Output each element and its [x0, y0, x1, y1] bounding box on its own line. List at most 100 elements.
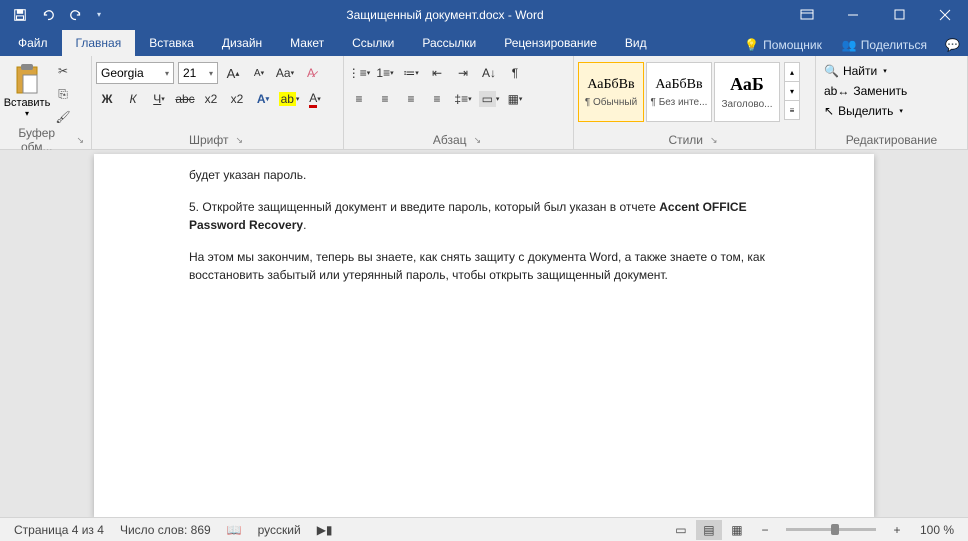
strikethrough-icon[interactable]: abc	[174, 88, 196, 110]
maximize-icon[interactable]	[876, 0, 922, 29]
view-web-icon[interactable]: ▦	[724, 520, 750, 540]
redo-icon[interactable]	[64, 3, 88, 27]
status-macros-icon[interactable]: ▶▮	[309, 523, 341, 537]
styles-gallery: АаБбВв ¶ Обычный АаБбВв ¶ Без инте... Аа…	[578, 60, 800, 122]
view-print-icon[interactable]: ▤	[696, 520, 722, 540]
title-bar: ▾ Защищенный документ.docx - Word	[0, 0, 968, 29]
shading-icon[interactable]: ▭▾	[478, 88, 500, 110]
bold-icon[interactable]: Ж	[96, 88, 118, 110]
tab-layout[interactable]: Макет	[276, 30, 338, 56]
status-page[interactable]: Страница 4 из 4	[6, 523, 112, 537]
document-area[interactable]: будет указан пароль. 5. Откройте защищен…	[0, 150, 968, 517]
cursor-icon: ↖	[824, 104, 834, 118]
tab-file[interactable]: Файл	[4, 30, 62, 56]
font-launcher-icon[interactable]: ↘	[232, 135, 246, 146]
decrease-indent-icon[interactable]: ⇤	[426, 62, 448, 84]
style-heading1[interactable]: АаБ Заголово...	[714, 62, 780, 122]
subscript-icon[interactable]: x2	[200, 88, 222, 110]
ribbon-tabs: Файл Главная Вставка Дизайн Макет Ссылки…	[0, 29, 968, 56]
borders-icon[interactable]: ▦▾	[504, 88, 526, 110]
tab-insert[interactable]: Вставка	[135, 30, 208, 56]
tab-design[interactable]: Дизайн	[208, 30, 276, 56]
replace-button[interactable]: ab↔Заменить	[820, 82, 911, 100]
zoom-slider[interactable]	[786, 528, 876, 531]
sort-icon[interactable]: A↓	[478, 62, 500, 84]
window-controls	[784, 0, 968, 29]
find-button[interactable]: 🔍Найти▾	[820, 62, 911, 80]
group-styles: АаБбВв ¶ Обычный АаБбВв ¶ Без инте... Аа…	[574, 56, 816, 149]
align-right-icon[interactable]: ≡	[400, 88, 422, 110]
zoom-out-icon[interactable]: −	[752, 520, 778, 540]
save-icon[interactable]	[8, 3, 32, 27]
zoom-level[interactable]: 100 %	[912, 523, 962, 537]
highlight-icon[interactable]: ab▾	[278, 88, 300, 110]
text-effects-icon[interactable]: A▾	[252, 88, 274, 110]
select-button[interactable]: ↖Выделить▾	[820, 102, 911, 120]
tab-review[interactable]: Рецензирование	[490, 30, 611, 56]
page[interactable]: будет указан пароль. 5. Откройте защищен…	[94, 154, 874, 517]
view-read-icon[interactable]: ▭	[668, 520, 694, 540]
tab-view[interactable]: Вид	[611, 30, 661, 56]
increase-indent-icon[interactable]: ⇥	[452, 62, 474, 84]
paragraph-text: 5. Откройте защищенный документ и введит…	[189, 198, 784, 234]
share-icon: 👥	[842, 38, 857, 52]
style-no-spacing[interactable]: АаБбВв ¶ Без инте...	[646, 62, 712, 122]
font-size-combo[interactable]: 21▾	[178, 62, 218, 84]
multilevel-list-icon[interactable]: ≔▾	[400, 62, 422, 84]
status-language[interactable]: русский	[250, 523, 309, 537]
tell-me-helper[interactable]: 💡Помощник	[734, 34, 832, 56]
paste-button[interactable]: Вставить ▾	[4, 60, 50, 118]
cut-icon[interactable]: ✂	[52, 60, 74, 82]
status-bar: Страница 4 из 4 Число слов: 869 📖 русски…	[0, 517, 968, 541]
show-marks-icon[interactable]: ¶	[504, 62, 526, 84]
align-center-icon[interactable]: ≡	[374, 88, 396, 110]
window-title: Защищенный документ.docx - Word	[106, 8, 784, 22]
chevron-down-icon: ▾	[25, 109, 29, 118]
justify-icon[interactable]: ≡	[426, 88, 448, 110]
undo-icon[interactable]	[36, 3, 60, 27]
bullets-icon[interactable]: ⋮≡▾	[348, 62, 370, 84]
styles-launcher-icon[interactable]: ↘	[707, 135, 721, 146]
grow-font-icon[interactable]: A▴	[222, 62, 244, 84]
clipboard-icon	[13, 63, 41, 97]
styles-more[interactable]: ▴▾≡	[784, 62, 800, 122]
close-icon[interactable]	[922, 0, 968, 29]
paragraph-text: На этом мы закончим, теперь вы знаете, к…	[189, 248, 784, 284]
shrink-font-icon[interactable]: A▾	[248, 62, 270, 84]
group-clipboard: Вставить ▾ ✂ ⎘ 🖌 Буфер обм...↘	[0, 56, 92, 149]
underline-icon[interactable]: Ч▾	[148, 88, 170, 110]
tab-mailings[interactable]: Рассылки	[408, 30, 490, 56]
search-icon: 🔍	[824, 64, 839, 78]
superscript-icon[interactable]: x2	[226, 88, 248, 110]
qat-customize-icon[interactable]: ▾	[92, 3, 106, 27]
group-editing: 🔍Найти▾ ab↔Заменить ↖Выделить▾ Редактиро…	[816, 56, 968, 149]
ribbon-options-icon[interactable]	[784, 0, 830, 29]
tab-references[interactable]: Ссылки	[338, 30, 408, 56]
font-color-icon[interactable]: A▾	[304, 88, 326, 110]
comments-icon[interactable]: 💬	[937, 34, 968, 56]
zoom-in-icon[interactable]: +	[884, 520, 910, 540]
tab-home[interactable]: Главная	[62, 30, 136, 56]
clear-formatting-icon[interactable]: A̷	[300, 62, 322, 84]
style-normal[interactable]: АаБбВв ¶ Обычный	[578, 62, 644, 122]
status-wordcount[interactable]: Число слов: 869	[112, 523, 219, 537]
numbering-icon[interactable]: 1≡▾	[374, 62, 396, 84]
group-font: Georgia▾ 21▾ A▴ A▾ Aa▾ A̷ Ж К Ч▾ abc x2 …	[92, 56, 344, 149]
minimize-icon[interactable]	[830, 0, 876, 29]
status-spellcheck-icon[interactable]: 📖	[219, 523, 250, 537]
paragraph-launcher-icon[interactable]: ↘	[471, 135, 485, 146]
replace-icon: ab↔	[824, 84, 849, 98]
font-name-combo[interactable]: Georgia▾	[96, 62, 174, 84]
clipboard-launcher-icon[interactable]: ↘	[73, 135, 87, 146]
group-paragraph: ⋮≡▾ 1≡▾ ≔▾ ⇤ ⇥ A↓ ¶ ≡ ≡ ≡ ≡ ‡≡▾ ▭▾ ▦▾ Аб…	[344, 56, 574, 149]
format-painter-icon[interactable]: 🖌	[52, 106, 74, 128]
bulb-icon: 💡	[744, 38, 759, 52]
share-button[interactable]: 👥Поделиться	[832, 34, 937, 56]
align-left-icon[interactable]: ≡	[348, 88, 370, 110]
copy-icon[interactable]: ⎘	[52, 83, 74, 105]
paragraph-text: будет указан пароль.	[189, 166, 784, 184]
line-spacing-icon[interactable]: ‡≡▾	[452, 88, 474, 110]
change-case-icon[interactable]: Aa▾	[274, 62, 296, 84]
italic-icon[interactable]: К	[122, 88, 144, 110]
quick-access-toolbar: ▾	[0, 3, 106, 27]
